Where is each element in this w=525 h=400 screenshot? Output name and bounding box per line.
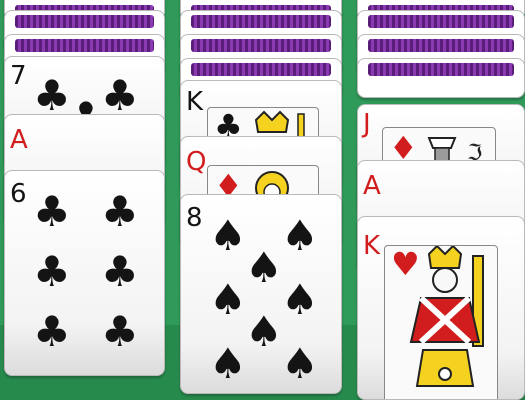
card-back-pattern xyxy=(191,63,331,76)
club-pip-icon: ♣ xyxy=(101,71,139,120)
card-back-pattern xyxy=(15,15,154,28)
card-back-pattern xyxy=(191,15,331,28)
card-rank: A xyxy=(363,171,381,201)
card-rank: 7 xyxy=(10,61,27,91)
card-rank: J xyxy=(363,109,371,139)
card-back-pattern xyxy=(368,15,514,28)
card-rank: A xyxy=(10,125,28,155)
card-back-pattern xyxy=(15,39,154,52)
spade-pip-icon: ♠ xyxy=(209,211,247,260)
card-six-of-clubs[interactable]: 6 ♣ ♣ ♣ ♣ ♣ ♣ xyxy=(4,170,165,376)
tableau-column-2[interactable]: K ♣ Q ♦ 8 ♠ ♠ ♠ ♠ ♠ ♠ ♠ ♠ xyxy=(180,0,342,400)
spade-pip-icon: ♠ xyxy=(245,243,283,292)
spade-pip-icon: ♠ xyxy=(245,307,283,356)
card-eight-of-spades[interactable]: 8 ♠ ♠ ♠ ♠ ♠ ♠ ♠ ♠ xyxy=(180,194,342,394)
spade-pip-icon: ♠ xyxy=(281,275,319,324)
card-back-pattern xyxy=(368,39,514,52)
club-pip-icon: ♣ xyxy=(33,187,71,236)
card-rank: K xyxy=(363,231,381,261)
club-pip-icon: ♣ xyxy=(33,71,71,120)
spade-pip-icon: ♠ xyxy=(281,339,319,388)
club-pip-icon: ♣ xyxy=(101,247,139,296)
club-pip-icon: ♣ xyxy=(101,307,139,356)
card-rank: Q xyxy=(186,147,207,177)
club-pip-icon: ♣ xyxy=(101,187,139,236)
spade-pip-icon: ♠ xyxy=(209,275,247,324)
club-pip-icon: ♣ xyxy=(33,307,71,356)
king-figure-icon xyxy=(409,246,484,387)
club-pip-icon: ♣ xyxy=(33,247,71,296)
card-back-pattern xyxy=(368,63,514,76)
face-card-art: ♥ xyxy=(384,245,498,399)
tableau-column-1[interactable]: 7 ♣ ♣ ♣ A 6 ♣ ♣ ♣ ♣ ♣ ♣ xyxy=(4,0,165,400)
tableau-column-3[interactable]: J ♦ ℑ A K ♥ xyxy=(357,0,525,400)
card-king-of-hearts[interactable]: K ♥ xyxy=(357,216,525,400)
spade-pip-icon: ♠ xyxy=(209,339,247,388)
spade-pip-icon: ♠ xyxy=(281,211,319,260)
facedown-card xyxy=(357,58,525,98)
card-rank: 8 xyxy=(186,203,203,233)
card-rank: 6 xyxy=(10,179,27,209)
card-back-pattern xyxy=(191,39,331,52)
card-rank: K xyxy=(186,87,204,117)
